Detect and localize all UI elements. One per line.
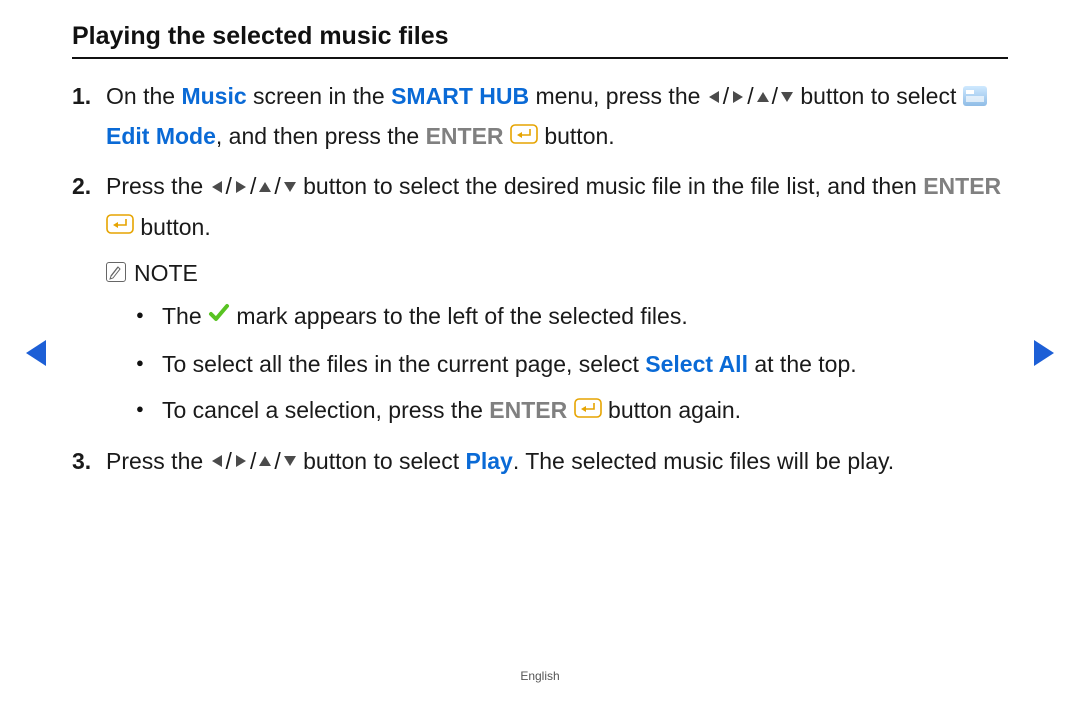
text: button to select the desired music file … — [303, 173, 923, 199]
enter-icon — [510, 117, 538, 156]
text: screen in the — [247, 83, 391, 109]
text: Press the — [106, 173, 210, 199]
footer-language: English — [0, 669, 1080, 683]
text: Press the — [106, 448, 210, 474]
text: The — [162, 303, 208, 329]
note-item-2: To select all the files in the current p… — [136, 345, 1008, 384]
prev-page-button[interactable] — [22, 338, 48, 368]
text: button. — [544, 123, 614, 149]
dpad-up-icon — [258, 167, 272, 206]
step-3: Press the / / / button to select Play. The… — [72, 442, 1008, 482]
dpad-right-icon — [731, 77, 745, 116]
text: menu, press the — [529, 83, 707, 109]
dpad-up-icon — [258, 441, 272, 480]
separator: / — [224, 167, 234, 206]
note-header: NOTE — [106, 254, 1008, 293]
text: On the — [106, 83, 181, 109]
separator: / — [224, 442, 234, 481]
text-smart-hub: SMART HUB — [391, 83, 529, 109]
text: button. — [140, 214, 210, 240]
dpad-right-icon — [234, 167, 248, 206]
note-label: NOTE — [134, 254, 198, 293]
text: at the top. — [748, 351, 857, 377]
page-title: Playing the selected music files — [72, 22, 1008, 59]
check-icon — [208, 296, 230, 335]
text: mark appears to the left of the selected… — [236, 303, 687, 329]
separator: / — [272, 442, 282, 481]
dpad-down-icon — [283, 167, 297, 206]
text: . The selected music files will be play. — [513, 448, 894, 474]
separator: / — [248, 167, 258, 206]
separator: / — [721, 77, 731, 116]
dpad-left-icon — [707, 77, 721, 116]
separator: / — [272, 167, 282, 206]
text-enter: ENTER — [426, 123, 504, 149]
text-select-all: Select All — [645, 351, 748, 377]
separator: / — [248, 442, 258, 481]
edit-mode-icon — [963, 86, 987, 106]
separator: / — [745, 77, 755, 116]
next-page-button[interactable] — [1032, 338, 1058, 368]
note-item-1: The mark appears to the left of the sele… — [136, 297, 1008, 337]
dpad-up-icon — [756, 77, 770, 116]
dpad-down-icon — [780, 77, 794, 116]
text: , and then press the — [216, 123, 426, 149]
text: To cancel a selection, press the — [162, 397, 489, 423]
text: button to select — [800, 83, 962, 109]
text-enter: ENTER — [923, 173, 1001, 199]
dpad-left-icon — [210, 441, 224, 480]
text-play: Play — [466, 448, 513, 474]
dpad-down-icon — [283, 441, 297, 480]
separator: / — [770, 77, 780, 116]
text: button again. — [608, 397, 741, 423]
text: To select all the files in the current p… — [162, 351, 645, 377]
dpad-left-icon — [210, 167, 224, 206]
text-music: Music — [181, 83, 246, 109]
step-2: Press the / / / button to select the desir… — [72, 167, 1008, 431]
enter-icon — [106, 207, 134, 246]
dpad-right-icon — [234, 441, 248, 480]
text: button to select — [303, 448, 465, 474]
note-item-3: To cancel a selection, press the ENTER b… — [136, 391, 1008, 431]
note-icon — [106, 262, 126, 282]
text-edit-mode: Edit Mode — [106, 123, 216, 149]
text-enter: ENTER — [489, 397, 567, 423]
step-1: On the Music screen in the SMART HUB men… — [72, 77, 1008, 157]
enter-icon — [574, 391, 602, 430]
